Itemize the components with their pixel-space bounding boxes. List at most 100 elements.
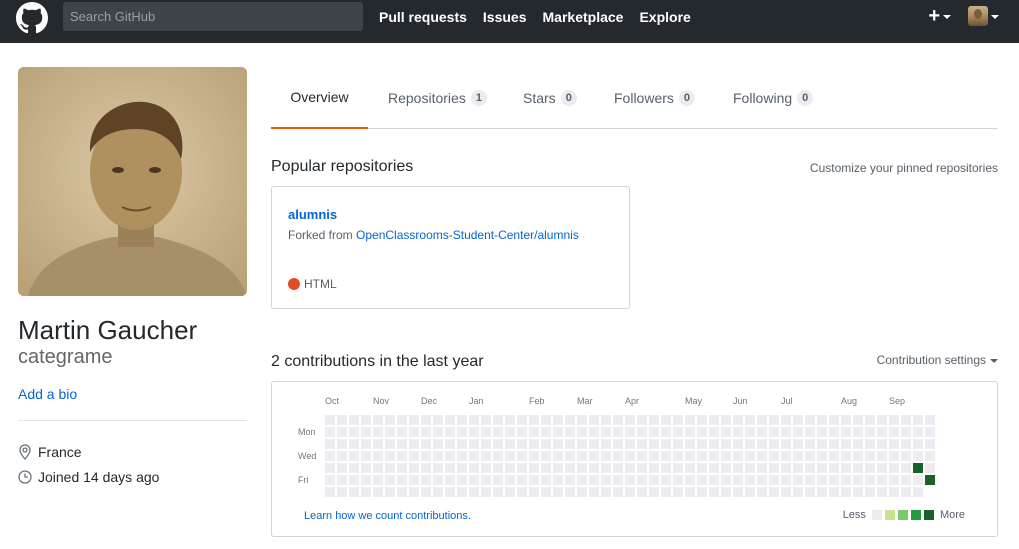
contribution-day-cell[interactable] xyxy=(337,463,347,473)
contribution-day-cell[interactable] xyxy=(757,475,767,485)
contribution-day-cell[interactable] xyxy=(757,439,767,449)
contribution-day-cell[interactable] xyxy=(457,487,467,497)
contribution-day-cell[interactable] xyxy=(421,415,431,425)
contribution-day-cell[interactable] xyxy=(745,487,755,497)
contribution-day-cell[interactable] xyxy=(673,475,683,485)
contribution-day-cell[interactable] xyxy=(349,487,359,497)
contribution-day-cell[interactable] xyxy=(841,439,851,449)
contribution-day-cell[interactable] xyxy=(421,463,431,473)
contribution-day-cell[interactable] xyxy=(409,451,419,461)
contribution-day-cell[interactable] xyxy=(769,451,779,461)
contribution-day-cell[interactable] xyxy=(385,487,395,497)
contribution-day-cell[interactable] xyxy=(697,463,707,473)
contribution-day-cell[interactable] xyxy=(481,427,491,437)
add-bio-link[interactable]: Add a bio xyxy=(18,386,77,402)
contribution-day-cell[interactable] xyxy=(373,439,383,449)
contribution-day-cell[interactable] xyxy=(361,451,371,461)
contribution-day-cell[interactable] xyxy=(817,451,827,461)
nav-pull-requests[interactable]: Pull requests xyxy=(379,9,467,26)
contribution-day-cell[interactable] xyxy=(757,451,767,461)
contribution-day-cell[interactable] xyxy=(385,439,395,449)
contribution-day-cell[interactable] xyxy=(541,451,551,461)
contribution-day-cell[interactable] xyxy=(865,427,875,437)
contribution-day-cell[interactable] xyxy=(589,475,599,485)
contribution-day-cell[interactable] xyxy=(409,427,419,437)
profile-avatar[interactable] xyxy=(18,67,247,296)
contribution-day-cell[interactable] xyxy=(601,475,611,485)
contribution-day-cell[interactable] xyxy=(565,475,575,485)
contribution-day-cell[interactable] xyxy=(361,415,371,425)
contribution-day-cell[interactable] xyxy=(325,463,335,473)
contribution-day-cell[interactable] xyxy=(541,415,551,425)
contribution-day-cell[interactable] xyxy=(817,415,827,425)
contribution-day-cell[interactable] xyxy=(829,439,839,449)
user-avatar-menu[interactable] xyxy=(968,6,988,26)
contribution-day-cell[interactable] xyxy=(853,487,863,497)
contribution-day-cell[interactable] xyxy=(709,451,719,461)
contribution-day-cell[interactable] xyxy=(469,475,479,485)
contribution-day-cell[interactable] xyxy=(517,451,527,461)
contribution-day-cell[interactable] xyxy=(397,451,407,461)
contribution-day-cell[interactable] xyxy=(697,415,707,425)
contribution-day-cell[interactable] xyxy=(493,475,503,485)
contribution-day-cell[interactable] xyxy=(433,439,443,449)
contribution-day-cell[interactable] xyxy=(445,463,455,473)
contribution-day-cell[interactable] xyxy=(409,415,419,425)
contribution-day-cell[interactable] xyxy=(541,475,551,485)
contribution-day-cell[interactable] xyxy=(781,475,791,485)
contribution-day-cell[interactable] xyxy=(373,415,383,425)
contribution-day-cell[interactable] xyxy=(709,439,719,449)
tab-stars[interactable]: Stars 0 xyxy=(523,67,577,129)
contribution-day-cell[interactable] xyxy=(913,439,923,449)
contribution-day-cell[interactable] xyxy=(433,463,443,473)
contribution-day-cell[interactable] xyxy=(457,475,467,485)
contribution-day-cell[interactable] xyxy=(841,463,851,473)
contribution-day-cell[interactable] xyxy=(733,463,743,473)
contribution-day-cell[interactable] xyxy=(673,415,683,425)
contribution-day-cell[interactable] xyxy=(577,415,587,425)
contribution-day-cell[interactable] xyxy=(805,427,815,437)
contribution-day-cell[interactable] xyxy=(613,451,623,461)
contribution-day-cell[interactable] xyxy=(601,439,611,449)
contribution-day-cell[interactable] xyxy=(745,475,755,485)
contribution-day-cell[interactable] xyxy=(853,463,863,473)
contribution-day-cell[interactable] xyxy=(697,487,707,497)
contribution-day-cell[interactable] xyxy=(613,463,623,473)
contribution-day-cell[interactable] xyxy=(565,439,575,449)
contribution-day-cell[interactable] xyxy=(337,451,347,461)
contribution-day-cell[interactable] xyxy=(397,439,407,449)
contribution-day-cell[interactable] xyxy=(469,439,479,449)
contribution-day-cell[interactable] xyxy=(349,475,359,485)
contribution-day-cell[interactable] xyxy=(529,427,539,437)
contribution-day-cell[interactable] xyxy=(913,415,923,425)
contribution-day-cell[interactable] xyxy=(805,451,815,461)
contribution-day-cell[interactable] xyxy=(601,487,611,497)
contribution-day-cell[interactable] xyxy=(589,427,599,437)
contribution-day-cell[interactable] xyxy=(565,487,575,497)
contribution-day-cell[interactable] xyxy=(925,415,935,425)
contribution-day-cell[interactable] xyxy=(757,427,767,437)
contribution-day-cell[interactable] xyxy=(805,487,815,497)
contribution-day-cell[interactable] xyxy=(385,475,395,485)
contribution-day-cell[interactable] xyxy=(793,463,803,473)
contribution-day-cell[interactable] xyxy=(721,463,731,473)
contribution-day-cell[interactable] xyxy=(553,475,563,485)
contribution-day-cell[interactable] xyxy=(589,463,599,473)
contribution-day-cell[interactable] xyxy=(685,451,695,461)
contribution-day-cell[interactable] xyxy=(529,451,539,461)
contribution-day-cell[interactable] xyxy=(889,439,899,449)
search-input[interactable] xyxy=(63,2,363,31)
contribution-day-cell[interactable] xyxy=(877,439,887,449)
contribution-day-cell[interactable] xyxy=(589,487,599,497)
contribution-day-cell[interactable] xyxy=(661,451,671,461)
contribution-day-cell[interactable] xyxy=(721,439,731,449)
contribution-day-cell[interactable] xyxy=(445,439,455,449)
contribution-day-cell[interactable] xyxy=(877,475,887,485)
contribution-day-cell[interactable] xyxy=(493,415,503,425)
contribution-day-cell[interactable] xyxy=(541,463,551,473)
contribution-day-cell[interactable] xyxy=(577,451,587,461)
contribution-day-cell[interactable] xyxy=(481,415,491,425)
contribution-day-cell[interactable] xyxy=(577,463,587,473)
contribution-day-cell[interactable] xyxy=(517,415,527,425)
contribution-day-cell[interactable] xyxy=(829,427,839,437)
